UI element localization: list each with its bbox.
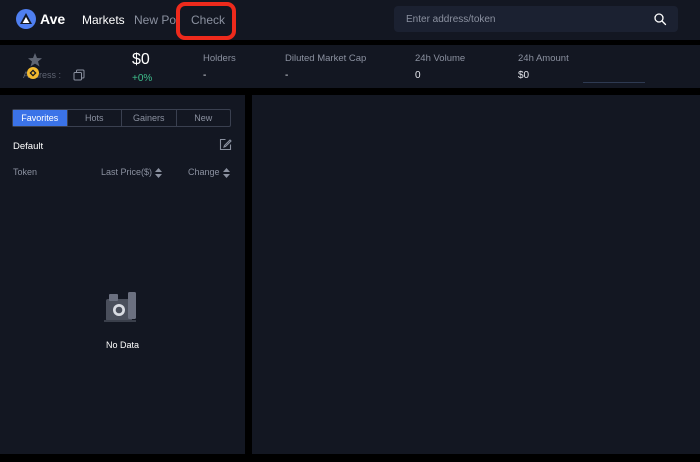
token-info-bar: Address : $0 +0% Holders - Diluted Marke… <box>0 45 700 88</box>
watchlist-panel: Favorites Hots Gainers New Default Token… <box>0 95 245 454</box>
col-header-last-price-label: Last Price($) <box>101 167 153 177</box>
col-header-token: Token <box>13 167 38 177</box>
ave-logo-icon[interactable] <box>16 9 36 29</box>
tab-new[interactable]: New <box>177 110 231 126</box>
col-header-change[interactable]: Change <box>188 167 230 178</box>
group-label[interactable]: Default <box>13 141 43 152</box>
empty-data-icon <box>104 292 136 322</box>
coin-icon <box>27 67 39 79</box>
search-box[interactable] <box>394 6 678 32</box>
nav-new-pool[interactable]: New Pool <box>134 13 176 27</box>
holders-label: Holders <box>203 53 236 64</box>
no-data-text: No Data <box>105 340 140 350</box>
amount-value: $0 <box>518 70 530 81</box>
tab-gainers[interactable]: Gainers <box>122 110 177 126</box>
col-header-change-label: Change <box>188 167 220 177</box>
search-icon[interactable] <box>653 12 667 26</box>
volume-label: 24h Volume <box>415 53 466 64</box>
top-navbar: Ave Markets New Pool Check <box>0 0 700 40</box>
tab-hots[interactable]: Hots <box>68 110 122 126</box>
search-input[interactable] <box>406 6 646 32</box>
nav-markets[interactable]: Markets <box>82 13 125 27</box>
highlight-annotation <box>176 2 236 40</box>
main-content-panel <box>252 95 700 454</box>
holders-value: - <box>203 70 207 81</box>
market-cap-value: - <box>285 70 289 81</box>
divider-line <box>583 82 645 83</box>
market-cap-label: Diluted Market Cap <box>285 53 367 64</box>
price-change: +0% <box>132 73 153 84</box>
col-header-last-price[interactable]: Last Price($) <box>101 167 163 178</box>
sort-icon[interactable] <box>222 167 230 178</box>
edit-icon[interactable] <box>219 138 232 151</box>
sort-icon[interactable] <box>155 167 163 178</box>
amount-label: 24h Amount <box>518 53 569 64</box>
tab-favorites[interactable]: Favorites <box>13 110 68 126</box>
token-price: $0 <box>132 51 150 68</box>
copy-icon[interactable] <box>73 69 85 81</box>
brand-name[interactable]: Ave <box>40 11 65 27</box>
star-icon[interactable] <box>27 52 43 68</box>
volume-value: 0 <box>415 70 421 81</box>
watchlist-tabs: Favorites Hots Gainers New <box>12 109 231 127</box>
